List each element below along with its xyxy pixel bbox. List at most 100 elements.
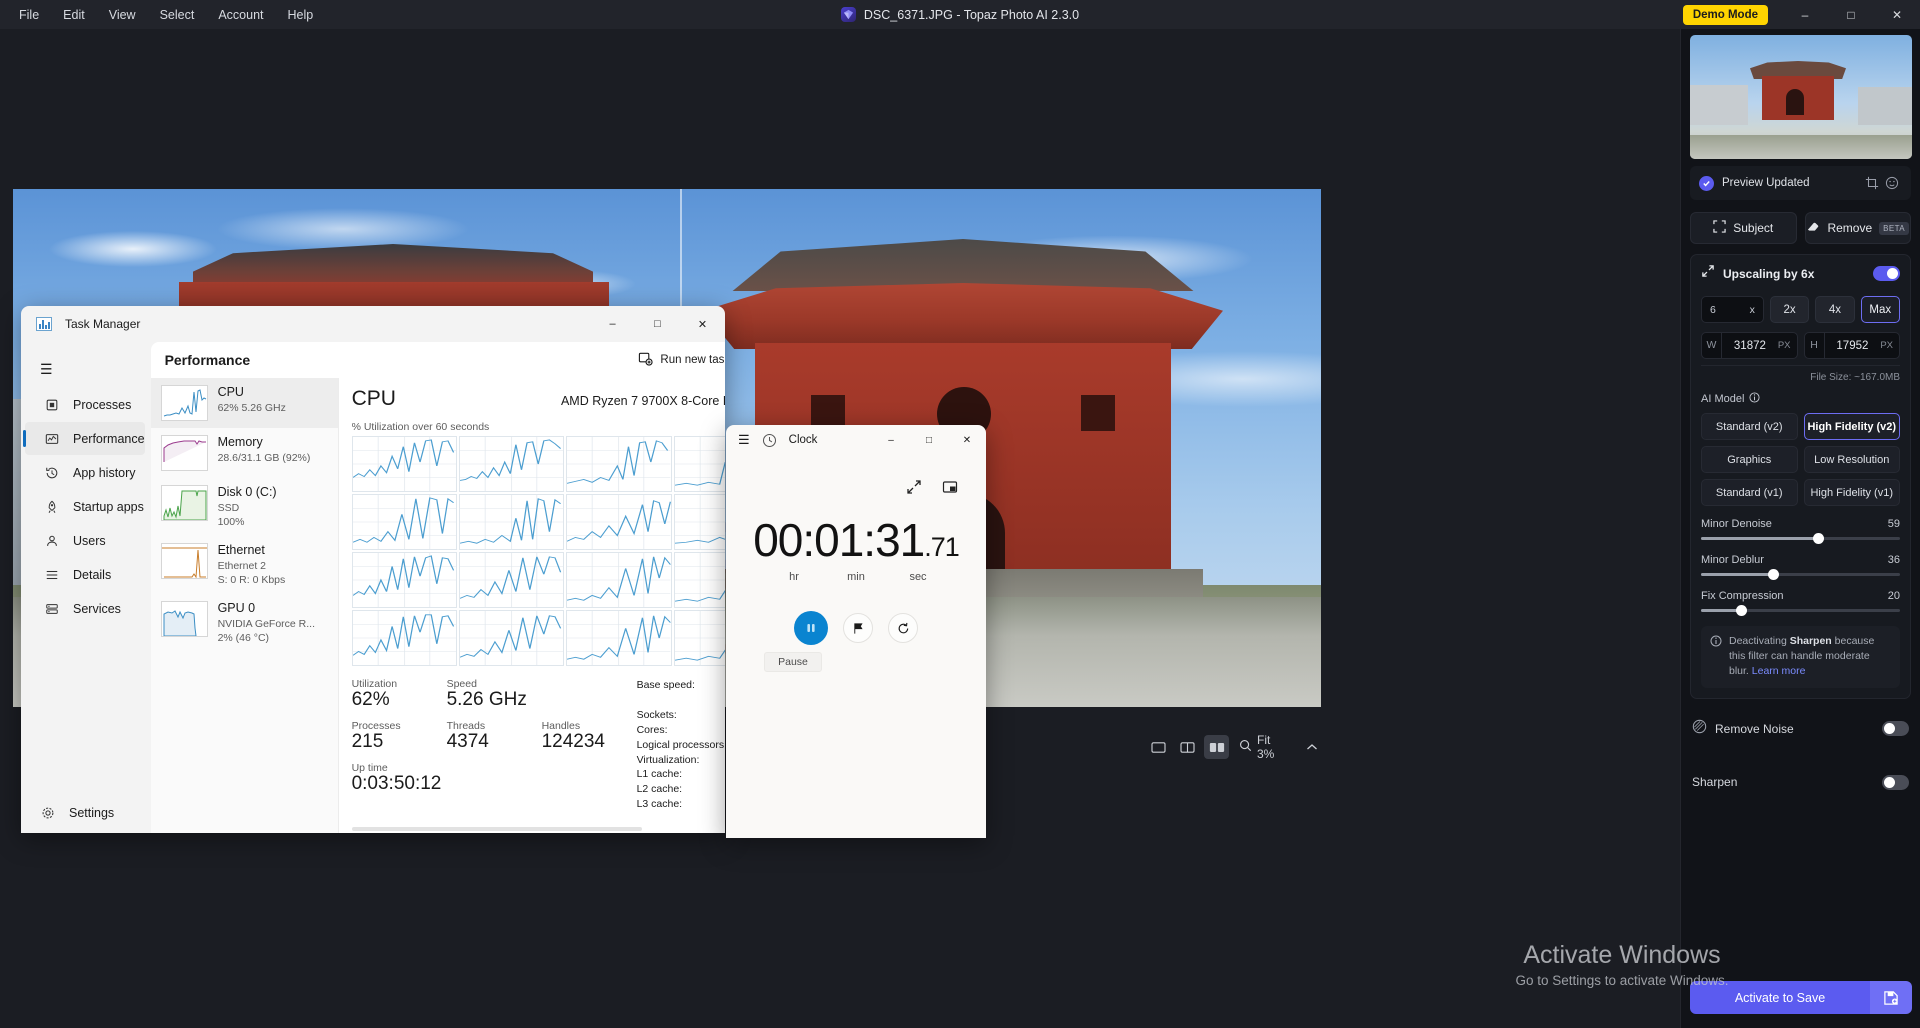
task-manager-window[interactable]: Task Manager – □ ✕ ☰ Processes Performan… (21, 306, 725, 833)
hamburger-icon[interactable]: ☰ (21, 352, 151, 387)
resource-item-memory[interactable]: Memory 28.6/31.1 GB (92%) (151, 428, 338, 478)
info-row: L2 cache:8.0 MB (637, 782, 725, 797)
menu-item-view[interactable]: View (98, 4, 147, 26)
minor-deblur-knob[interactable] (1767, 569, 1779, 580)
pip-icon[interactable] (940, 477, 960, 497)
pause-button[interactable] (794, 611, 828, 645)
tm-maximize-button[interactable]: □ (635, 306, 680, 342)
save-bar[interactable]: Activate to Save (1690, 981, 1912, 1014)
activate-to-save-button[interactable]: Activate to Save (1690, 981, 1870, 1014)
sharpen-toggle[interactable] (1882, 774, 1909, 790)
sidebar-item-performance[interactable]: Performance (23, 422, 145, 455)
sidebar-item-users[interactable]: Users (25, 524, 145, 557)
info-icon[interactable] (1749, 392, 1760, 406)
resource-item-disk[interactable]: Disk 0 (C:) SSD 100% (151, 478, 338, 536)
canvas-view-toolbar[interactable]: Fit 3% (1140, 729, 1330, 765)
lap-button[interactable] (843, 613, 873, 643)
sidebar-item-details[interactable]: Details (25, 558, 145, 591)
menu-item-account[interactable]: Account (207, 4, 274, 26)
scale-input[interactable]: 6 x (1701, 296, 1764, 323)
horizontal-scrollbar[interactable] (351, 827, 642, 831)
reset-button[interactable] (888, 613, 918, 643)
resource-item-gpu[interactable]: GPU 0 NVIDIA GeForce R... 2% (46 °C) (151, 594, 338, 652)
height-field[interactable]: H 17952 PX (1803, 332, 1900, 359)
clock-close-button[interactable]: ✕ (948, 425, 986, 455)
remove-noise-toggle[interactable] (1882, 721, 1909, 737)
learn-more-link[interactable]: Learn more (1752, 665, 1806, 677)
width-field[interactable]: W 31872 PX (1701, 332, 1798, 359)
unit-sec: sec (909, 571, 927, 583)
upscale-toggle[interactable] (1873, 266, 1900, 281)
fix-compression-knob[interactable] (1735, 605, 1747, 616)
model-graphics[interactable]: Graphics (1701, 446, 1798, 473)
tm-minimize-button[interactable]: – (590, 306, 635, 342)
info-row: Logical processors:16 (637, 738, 725, 753)
sidebar-item-startup-apps[interactable]: Startup apps (25, 490, 145, 523)
tm-close-button[interactable]: ✕ (680, 306, 725, 342)
demo-mode-badge[interactable]: Demo Mode (1682, 4, 1768, 25)
model-standard-v1[interactable]: Standard (v1) (1701, 479, 1798, 506)
clock-window[interactable]: ☰ Clock – □ ✕ 00:01:31.71 hr min sec Pau… (726, 425, 986, 838)
menu-item-help[interactable]: Help (277, 4, 325, 26)
sidebar-label-performance: Performance (73, 431, 145, 446)
scale-preset-4x[interactable]: 4x (1815, 296, 1855, 323)
side-by-side-view-icon[interactable] (1204, 735, 1229, 759)
scale-preset-max[interactable]: Max (1860, 296, 1900, 323)
sidebar-item-app-history[interactable]: App history (25, 456, 145, 489)
save-options-icon[interactable] (1870, 981, 1912, 1014)
crop-icon[interactable] (1862, 173, 1882, 193)
run-new-task-button[interactable]: Run new task (629, 346, 725, 374)
single-view-icon[interactable] (1146, 735, 1171, 759)
remove-noise-row[interactable]: Remove Noise (1690, 709, 1911, 749)
height-unit[interactable]: PX (1880, 340, 1899, 351)
resource-item-cpu[interactable]: CPU 62% 5.26 GHz (150, 378, 338, 428)
width-unit[interactable]: PX (1778, 340, 1797, 351)
info-circle-icon (1710, 634, 1722, 680)
clock-maximize-button[interactable]: □ (910, 425, 948, 455)
menu-item-select[interactable]: Select (149, 4, 206, 26)
upscale-card: Upscaling by 6x 6 x 2x 4x Max W 31872 PX… (1690, 254, 1911, 699)
zoom-control[interactable]: Fit 3% (1233, 733, 1295, 761)
stat-threads-value: 4374 (446, 731, 489, 752)
minor-denoise-track[interactable] (1701, 533, 1900, 544)
expand-icon[interactable] (904, 477, 924, 497)
sharpen-row[interactable]: Sharpen (1690, 765, 1911, 800)
sidebar-item-services[interactable]: Services (25, 592, 145, 625)
menu-item-edit[interactable]: Edit (52, 4, 96, 26)
stopwatch-controls (726, 611, 986, 645)
stat-speed-value: 5.26 GHz (446, 689, 527, 710)
sidebar-item-processes[interactable]: Processes (25, 388, 145, 421)
scale-unit: x (1749, 303, 1755, 316)
minor-denoise-knob[interactable] (1813, 533, 1825, 544)
menu-item-file[interactable]: File (8, 4, 50, 26)
model-low-resolution[interactable]: Low Resolution (1803, 446, 1900, 473)
core-graph (673, 436, 725, 492)
sidebar-item-settings[interactable]: Settings (21, 793, 211, 833)
eraser-icon (1806, 220, 1820, 236)
minimize-button[interactable]: – (1782, 0, 1828, 29)
remove-button[interactable]: Remove BETA (1804, 212, 1911, 244)
minor-deblur-track[interactable] (1701, 569, 1900, 580)
close-button[interactable]: ✕ (1874, 0, 1920, 29)
chevron-up-icon[interactable] (1299, 735, 1324, 759)
cpu-sparkline (160, 385, 208, 421)
stat-uptime: Up time 0:03:50:12 (352, 762, 442, 795)
split-view-icon[interactable] (1175, 735, 1200, 759)
model-standard-v2[interactable]: Standard (v2) (1701, 413, 1798, 440)
resource-item-ethernet[interactable]: Ethernet Ethernet 2 S: 0 R: 0 Kbps (151, 536, 338, 594)
face-icon[interactable] (1882, 173, 1902, 193)
resource-sub-ethernet-adapter: Ethernet 2 (217, 559, 267, 572)
core-graph (458, 552, 565, 608)
model-high-fidelity-v2[interactable]: High Fidelity (v2) (1803, 413, 1900, 440)
maximize-button[interactable]: □ (1828, 0, 1874, 29)
magnifier-icon (1239, 739, 1252, 755)
resource-sub-disk-type: SSD (217, 501, 240, 514)
subject-button[interactable]: Subject (1690, 212, 1797, 244)
fix-compression-track[interactable] (1701, 605, 1900, 616)
clock-minimize-button[interactable]: – (872, 425, 910, 455)
window-title-text: DSC_6371.JPG - Topaz Photo AI 2.3.0 (863, 7, 1080, 22)
scale-preset-2x[interactable]: 2x (1769, 296, 1810, 323)
model-high-fidelity-v1[interactable]: High Fidelity (v1) (1803, 479, 1900, 506)
preview-thumbnail[interactable] (1690, 35, 1912, 159)
clock-hamburger-icon[interactable]: ☰ (738, 432, 750, 448)
